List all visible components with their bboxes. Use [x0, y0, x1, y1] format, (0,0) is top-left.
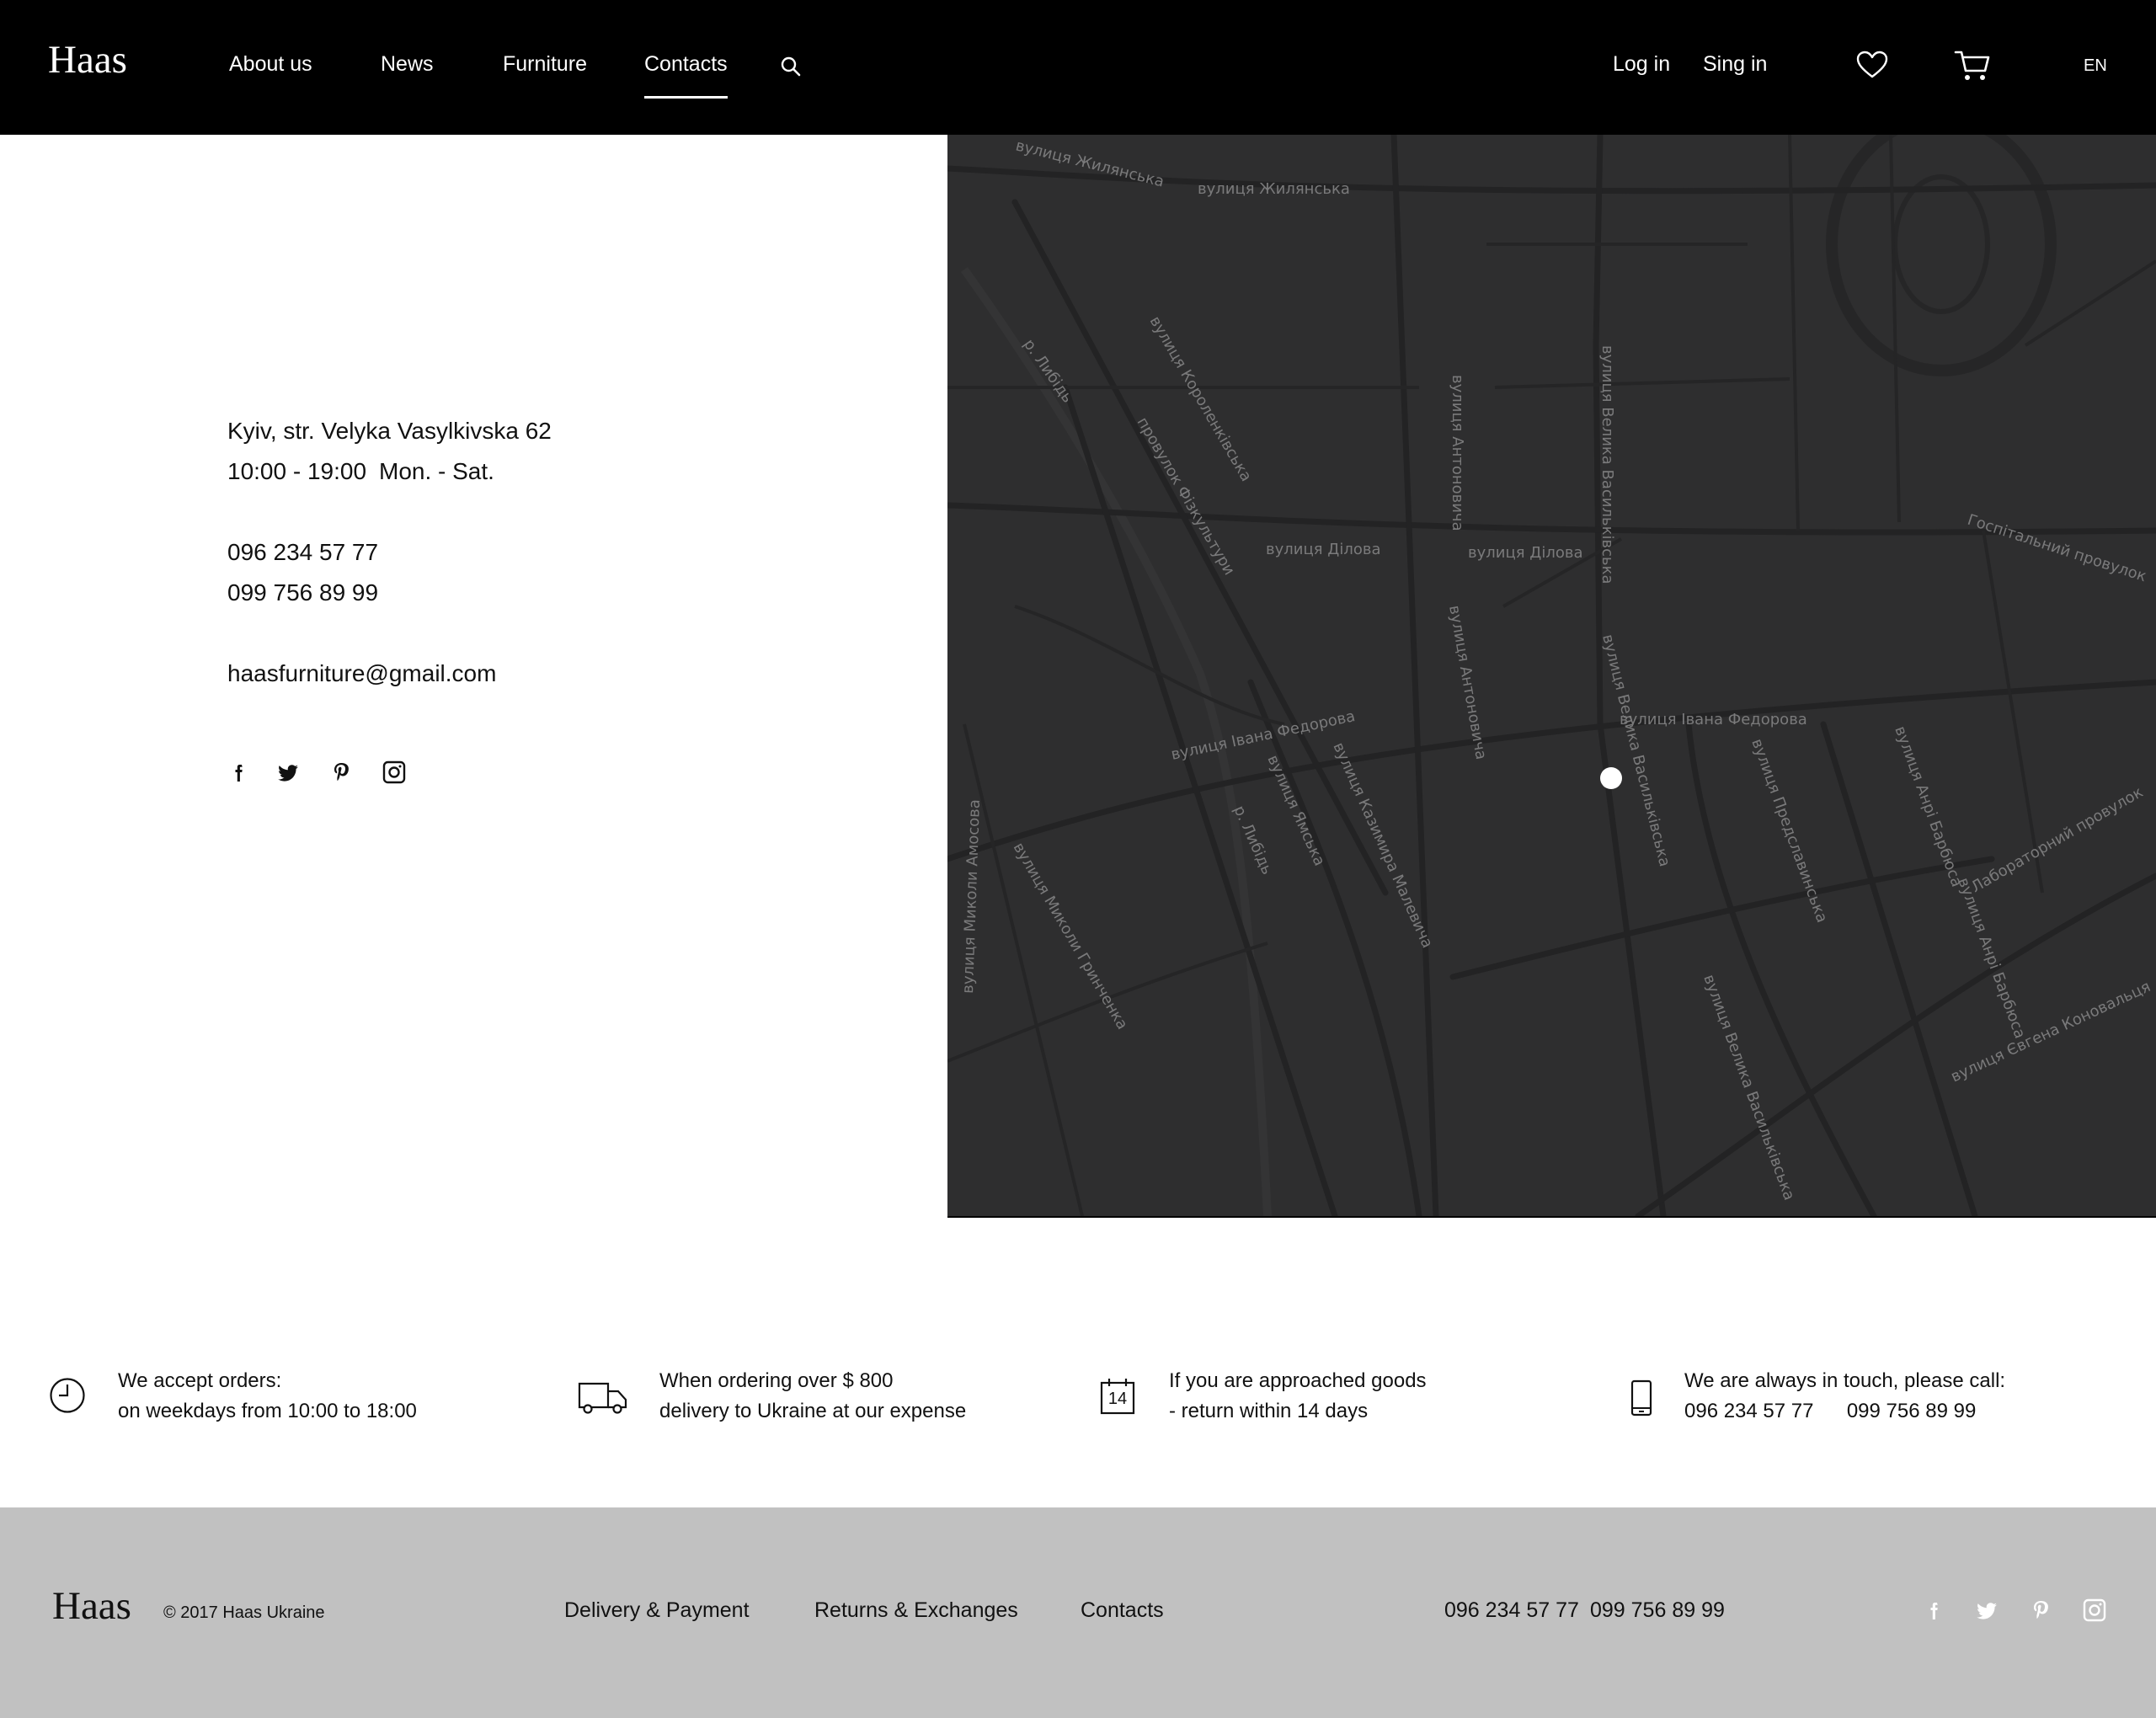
calendar-icon: 14 — [1100, 1378, 1135, 1415]
contact-hours: 10:00 - 19:00 — [227, 458, 367, 484]
contact-phone-1[interactable]: 096 234 57 77 — [227, 539, 378, 566]
search-icon[interactable] — [780, 56, 802, 77]
contact-email[interactable]: haasfurniture@gmail.com — [227, 660, 496, 687]
contact-social-links — [227, 760, 430, 787]
contact-days: Mon. - Sat. — [379, 458, 494, 484]
map-main-streets — [947, 135, 2156, 1216]
map-label: вулиця Антоновича — [1445, 604, 1490, 760]
signin-link[interactable]: Sing in — [1703, 52, 1767, 77]
truck-icon — [578, 1382, 627, 1414]
language-switcher[interactable]: EN — [2084, 56, 2107, 76]
nav-news[interactable]: News — [381, 52, 434, 77]
footer-pinterest-icon[interactable] — [2028, 1598, 2053, 1623]
feature-returns-line1: If you are approached goods — [1169, 1369, 1427, 1392]
map-label: вулиця Жилянська — [1198, 180, 1350, 198]
footer-logo[interactable]: Haas — [52, 1583, 131, 1629]
map-label: вулиця Велика Васильківська — [1598, 345, 1616, 584]
heart-icon[interactable] — [1856, 51, 1888, 79]
cart-icon[interactable] — [1954, 49, 1991, 83]
feature-contact-phone-2[interactable]: 099 756 89 99 — [1847, 1400, 1976, 1422]
map-label: вулиця Анрі Барбюса — [1891, 724, 1966, 890]
footer-link-delivery[interactable]: Delivery & Payment — [564, 1598, 750, 1623]
feature-orders-line2: on weekdays from 10:00 to 18:00 — [118, 1400, 417, 1422]
feature-contact-phone-1[interactable]: 096 234 57 77 — [1684, 1400, 1813, 1422]
footer-link-contacts[interactable]: Contacts — [1081, 1598, 1164, 1623]
facebook-icon[interactable] — [227, 760, 253, 785]
twitter-icon[interactable] — [275, 760, 301, 785]
map-label: вулиця Велика Васильківська — [1700, 973, 1798, 1203]
nav-contacts[interactable]: Contacts — [644, 52, 728, 99]
map-label: вулиця Євгена Коновальця — [1948, 978, 2153, 1086]
map-label: вулиця Велика Васильківська — [1598, 632, 1673, 868]
map-label: вулиця Миколи Гринченка — [1010, 840, 1131, 1032]
clock-icon — [50, 1378, 85, 1413]
footer-phone-2[interactable]: 099 756 89 99 — [1590, 1598, 1725, 1623]
map-label: вулиця Анрі Барбюса — [1954, 876, 2029, 1042]
map-label: вулиця Жилянська — [1014, 136, 1166, 190]
instagram-icon[interactable] — [382, 760, 407, 785]
footer-instagram-icon[interactable] — [2082, 1598, 2107, 1623]
feature-contact-phones: 096 234 57 77 099 756 89 99 — [1684, 1396, 2005, 1427]
calendar-day: 14 — [1107, 1390, 1128, 1408]
feature-orders: We accept orders: on weekdays from 10:00… — [118, 1366, 417, 1427]
map-label: вулиця Івана Федорова — [1620, 711, 1807, 728]
contact-phone-2[interactable]: 099 756 89 99 — [227, 579, 378, 606]
login-link[interactable]: Log in — [1613, 52, 1670, 77]
feature-contact-line1: We are always in touch, please call: — [1684, 1369, 2006, 1392]
map-label: Госпітальний провулок — [1965, 511, 2148, 586]
map-label: вулиця Антоновича — [1449, 375, 1466, 531]
map-labels: вулиця Жилянська вулиця Жилянська вулиця… — [959, 136, 2153, 1203]
map-label: Лабораторний провулок — [1968, 783, 2146, 896]
map-canvas: вулиця Жилянська вулиця Жилянська вулиця… — [947, 135, 2156, 1216]
map-label: вулиця Ділова — [1468, 544, 1583, 562]
map-label: вулиця Миколи Амосова — [959, 799, 984, 994]
pinterest-icon[interactable] — [328, 760, 354, 785]
footer-copyright: © 2017 Haas Ukraine — [163, 1603, 325, 1622]
feature-delivery-line1: When ordering over $ 800 — [659, 1369, 894, 1392]
feature-returns-line2: - return within 14 days — [1169, 1400, 1369, 1422]
footer-twitter-icon[interactable] — [1974, 1598, 1999, 1623]
footer-phone-1[interactable]: 096 234 57 77 — [1444, 1598, 1579, 1623]
map-stadium-field — [1892, 174, 1990, 314]
contact-address: Kyiv, str. Velyka Vasylkivska 62 — [227, 418, 552, 444]
nav-about-us[interactable]: About us — [229, 52, 312, 77]
footer-facebook-icon[interactable] — [1923, 1598, 1948, 1623]
nav-furniture[interactable]: Furniture — [503, 52, 587, 77]
map-minor-streets — [947, 135, 2156, 1216]
location-map[interactable]: вулиця Жилянська вулиця Жилянська вулиця… — [947, 135, 2156, 1218]
site-header: Haas About us News Furniture Contacts Lo… — [0, 0, 2156, 135]
footer-link-returns[interactable]: Returns & Exchanges — [814, 1598, 1018, 1623]
feature-delivery-line2: delivery to Ukraine at our expense — [659, 1400, 967, 1422]
feature-delivery: When ordering over $ 800 delivery to Ukr… — [659, 1366, 966, 1427]
feature-contact: We are always in touch, please call: 096… — [1684, 1366, 2005, 1427]
logo[interactable]: Haas — [48, 37, 127, 83]
phone-icon — [1630, 1379, 1652, 1417]
site-footer: Haas © 2017 Haas Ukraine Delivery & Paym… — [0, 1507, 2156, 1718]
map-stadium — [1826, 135, 2057, 376]
map-location-marker[interactable] — [1600, 767, 1622, 789]
feature-orders-line1: We accept orders: — [118, 1369, 282, 1392]
feature-returns: If you are approached goods - return wit… — [1169, 1366, 1427, 1427]
map-label: вулиця Ділова — [1266, 541, 1381, 558]
